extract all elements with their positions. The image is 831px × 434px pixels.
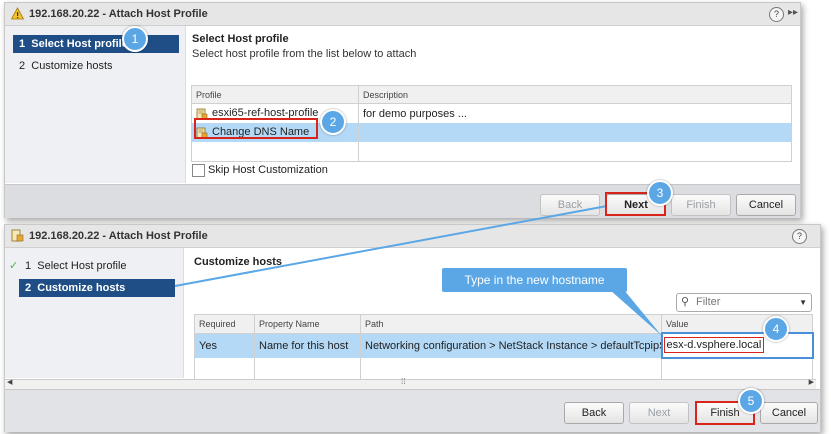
callout-5: 5 bbox=[738, 388, 764, 414]
callout-3: 3 bbox=[647, 180, 673, 206]
change-dns-highlight bbox=[194, 118, 318, 139]
instruction-banner: Type in the new hostname bbox=[442, 268, 627, 292]
callout-1: 1 bbox=[122, 26, 148, 52]
banner-pointer bbox=[610, 290, 662, 336]
callout-2: 2 bbox=[320, 109, 346, 135]
callout-connector-lines bbox=[174, 193, 663, 287]
callout-4: 4 bbox=[763, 316, 789, 342]
